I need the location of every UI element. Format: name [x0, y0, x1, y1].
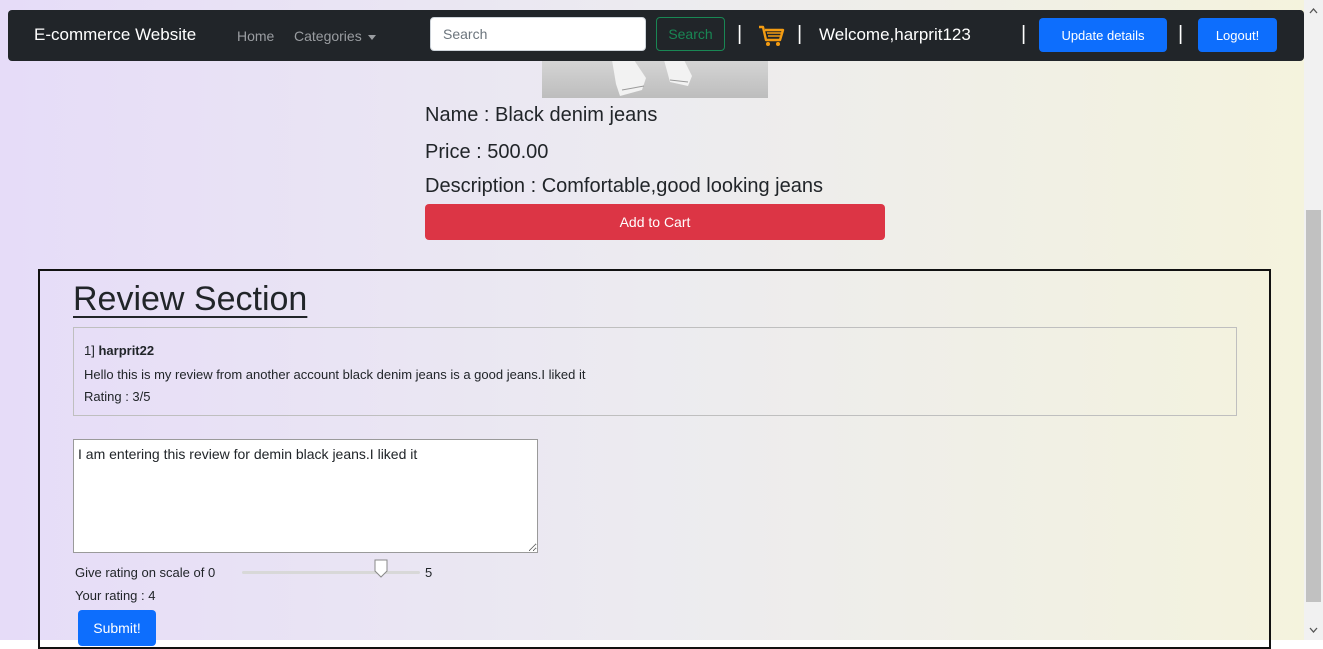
caret-down-icon	[367, 34, 376, 40]
review-header: 1] harprit22	[84, 343, 154, 358]
product-description: Description : Comfortable,good looking j…	[425, 175, 823, 197]
review-user: harprit22	[98, 343, 155, 358]
review-textarea[interactable]: I am entering this review for demin blac…	[73, 439, 538, 553]
product-price: Price : 500.00	[425, 141, 549, 163]
welcome-text: Welcome,harprit123	[819, 25, 971, 44]
rating-scale-label: Give rating on scale of 0	[75, 565, 216, 580]
add-to-cart-button[interactable]: Add to Cart	[425, 204, 885, 240]
brand-link[interactable]: E-commerce Website	[34, 25, 196, 45]
review-card: 1] harprit22 Hello this is my review fro…	[73, 327, 1237, 416]
rating-scale-max: 5	[425, 565, 433, 580]
search-button[interactable]: Search	[656, 17, 725, 51]
navbar: E-commerce Website Home Categories Searc…	[8, 10, 1304, 61]
shopping-cart-icon[interactable]	[757, 21, 785, 49]
nav-home-link[interactable]: Home	[237, 28, 274, 44]
submit-button[interactable]: Submit!	[78, 610, 156, 646]
logout-button[interactable]: Logout!	[1198, 18, 1277, 52]
review-section-title: Review Section	[73, 280, 308, 318]
scroll-up-arrow-icon[interactable]	[1309, 7, 1318, 16]
separator: |	[1021, 23, 1027, 45]
categories-label: Categories	[294, 28, 362, 44]
search-input[interactable]	[430, 17, 646, 51]
slider-thumb[interactable]	[374, 559, 388, 578]
vertical-scrollbar[interactable]	[1304, 0, 1323, 640]
update-details-button[interactable]: Update details	[1039, 18, 1167, 52]
product-name: Name : Black denim jeans	[425, 104, 658, 126]
separator: |	[1178, 23, 1184, 45]
review-index: 1]	[84, 343, 95, 358]
separator: |	[737, 23, 743, 45]
review-rating: Rating : 3/5	[84, 389, 151, 404]
review-text: Hello this is my review from another acc…	[84, 367, 586, 382]
nav-categories-dropdown[interactable]: Categories	[294, 28, 376, 44]
rating-slider[interactable]	[242, 571, 420, 574]
your-rating-text: Your rating : 4	[75, 588, 156, 603]
product-image	[542, 60, 768, 98]
scroll-down-arrow-icon[interactable]	[1309, 625, 1318, 634]
separator: |	[797, 23, 803, 45]
scrollbar-thumb[interactable]	[1306, 210, 1321, 602]
